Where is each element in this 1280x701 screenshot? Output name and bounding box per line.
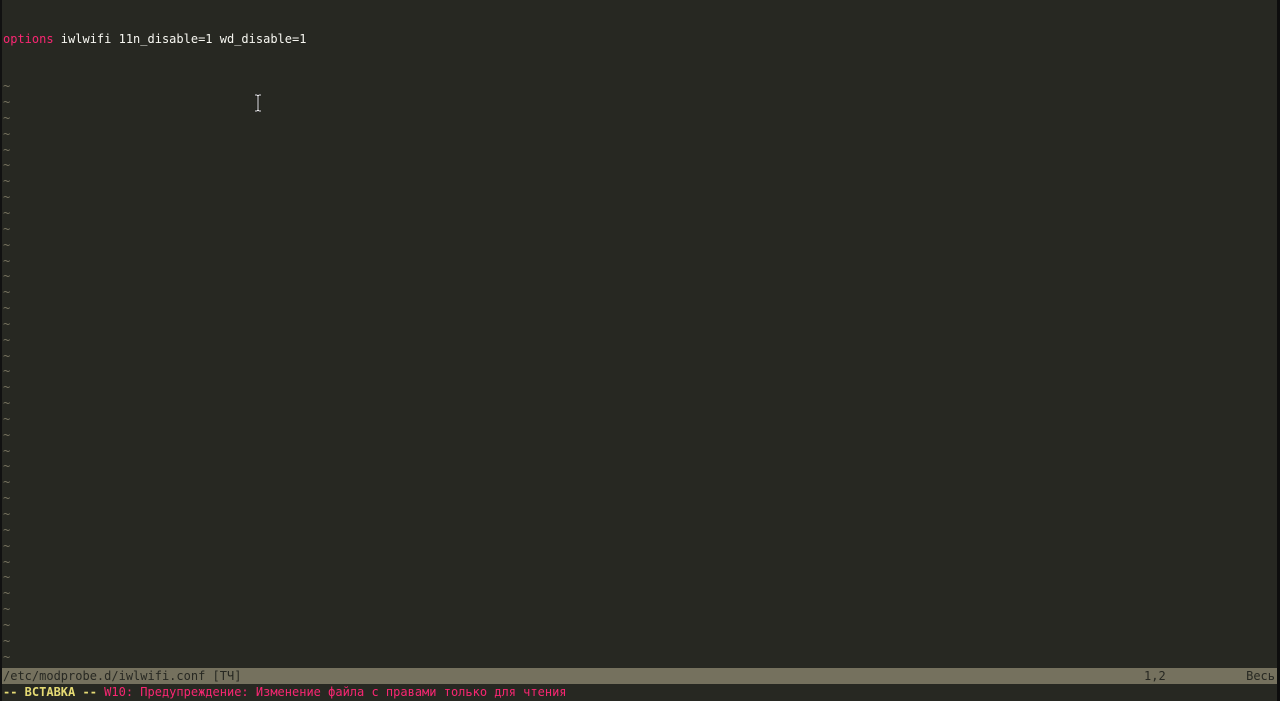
empty-line-marker: ~ [3,602,11,617]
empty-line-marker: ~ [3,411,11,426]
empty-line-marker: ~ [3,586,11,601]
empty-line-marker: ~ [3,475,11,490]
empty-line-marker: ~ [3,95,11,110]
empty-line-marker: ~ [3,174,11,189]
window-left-edge [0,0,2,701]
insert-mode-indicator: -- ВСТАВКА -- [3,685,97,699]
line-content: iwlwifi 11n_disable=1 wd_disable=1 [53,31,307,46]
empty-line-marker: ~ [3,316,11,331]
empty-line-marker: ~ [3,253,11,268]
options-keyword: options [3,31,54,46]
warning-message: W10: Предупреждение: Изменение файла с п… [104,685,567,699]
statusline-cursor-position: 1,2 [1144,669,1166,683]
empty-line-marker: ~ [3,126,11,141]
statusline-filename: /etc/modprobe.d/iwlwifi.conf [ТЧ] [3,669,242,683]
text-ibeam-cursor-icon [255,94,261,112]
empty-line-marker: ~ [3,348,11,363]
empty-line-marker: ~ [3,522,11,537]
empty-line-marker: ~ [3,380,11,395]
empty-line-marker: ~ [3,269,11,284]
empty-line-marker: ~ [3,285,11,300]
empty-line-marker: ~ [3,190,11,205]
empty-line-marker: ~ [3,79,11,94]
empty-line-marker: ~ [3,237,11,252]
empty-line-marker: ~ [3,554,11,569]
empty-lines: ~~~~~~~~~~~~~~~~~~~~~~~~~~~~~~~~~~~~~~~~… [3,79,1277,666]
empty-line-marker: ~ [3,507,11,521]
empty-line-marker: ~ [3,142,11,157]
editor-buffer[interactable]: options iwlwifi 11n_disable=1 wd_disable… [3,0,1277,666]
empty-line-marker: ~ [3,538,11,553]
empty-line-marker: ~ [3,332,11,347]
empty-line-marker: ~ [3,665,1277,666]
statusline: /etc/modprobe.d/iwlwifi.conf [ТЧ] 1,2 Ве… [2,668,1277,684]
empty-line-marker: ~ [3,221,11,236]
statusline-scroll-indicator: Весь [1246,669,1275,683]
empty-line-marker: ~ [3,570,11,585]
empty-line-marker: ~ [3,633,11,648]
empty-line-marker: ~ [3,158,11,173]
empty-line-marker: ~ [3,443,11,458]
empty-line-marker: ~ [3,110,11,125]
empty-line-marker: ~ [3,396,11,411]
empty-line-marker: ~ [3,205,11,220]
empty-line-marker: ~ [3,301,11,316]
empty-line-marker: ~ [3,459,11,474]
empty-line-marker: ~ [3,427,11,442]
empty-line-marker: ~ [3,649,11,664]
empty-line-marker: ~ [3,617,11,632]
empty-line-marker: ~ [3,491,11,506]
empty-line-marker: ~ [3,364,11,379]
command-line[interactable]: -- ВСТАВКА -- W10: Предупреждение: Измен… [3,685,1277,701]
buffer-line-1[interactable]: options iwlwifi 11n_disable=1 wd_disable… [3,32,1277,48]
